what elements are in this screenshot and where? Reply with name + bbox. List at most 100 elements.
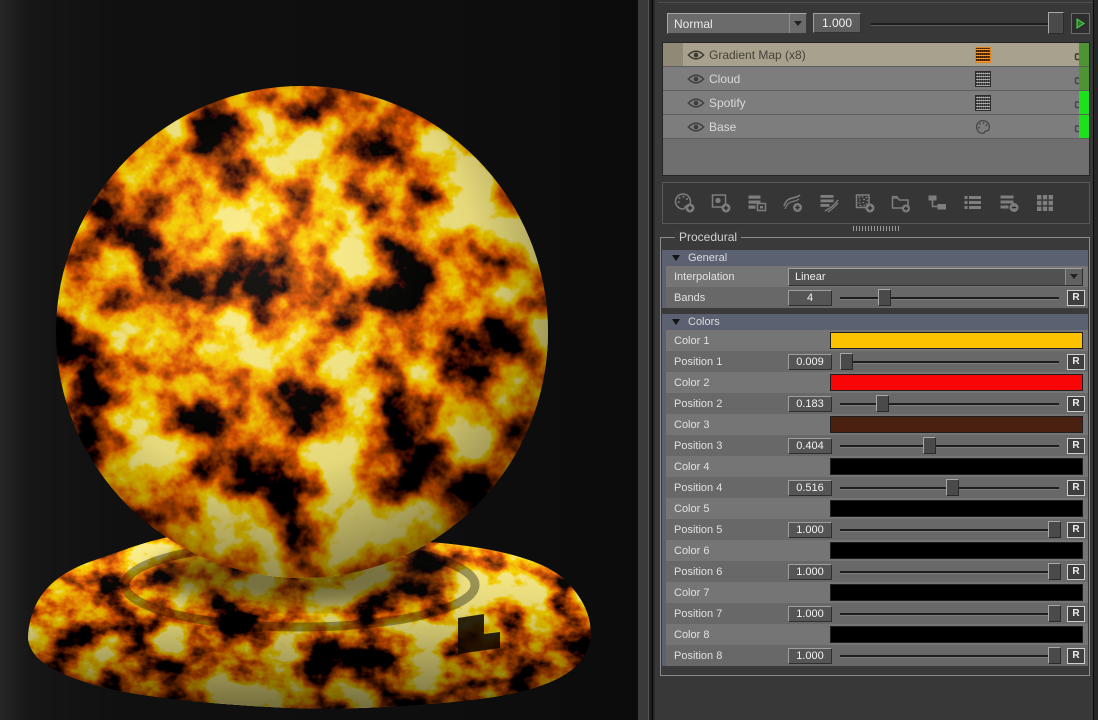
visibility-eye-icon[interactable] xyxy=(683,73,709,85)
layer-thumb-slot xyxy=(663,67,683,90)
add-paint-layer-button[interactable] xyxy=(673,191,697,215)
position-slider-handle[interactable] xyxy=(840,353,853,370)
color-swatch[interactable] xyxy=(830,374,1083,391)
position-slider[interactable] xyxy=(838,435,1061,457)
position-reset-button[interactable]: R xyxy=(1067,522,1085,538)
position-slider[interactable] xyxy=(838,477,1061,499)
position-slider[interactable] xyxy=(838,519,1061,541)
list-remove-icon xyxy=(997,191,1021,215)
add-graph-layer-button[interactable] xyxy=(781,191,805,215)
position-slider[interactable] xyxy=(838,393,1061,415)
color-row: Color 8 xyxy=(666,624,1088,645)
color-swatch[interactable] xyxy=(830,500,1083,517)
position-label: Position 2 xyxy=(666,398,788,410)
position-reset-button[interactable]: R xyxy=(1067,606,1085,622)
add-procedural-layer-button[interactable] xyxy=(853,191,877,215)
position-input[interactable]: 0.404 xyxy=(788,438,832,454)
position-input[interactable]: 1.000 xyxy=(788,564,832,580)
position-slider[interactable] xyxy=(838,351,1061,373)
opacity-slider-handle[interactable] xyxy=(1048,12,1064,34)
color-swatch[interactable] xyxy=(830,584,1083,601)
position-reset-button[interactable]: R xyxy=(1067,480,1085,496)
color-swatch[interactable] xyxy=(830,416,1083,433)
chevron-down-icon[interactable] xyxy=(789,14,806,33)
section-header-colors[interactable]: Colors xyxy=(662,314,1088,330)
position-slider-handle[interactable] xyxy=(876,395,889,412)
position-row: Position 10.009R xyxy=(666,351,1088,372)
position-reset-button[interactable]: R xyxy=(1067,438,1085,454)
collapse-triangle-icon xyxy=(672,319,680,325)
bands-label: Bands xyxy=(666,292,788,304)
color-label: Color 5 xyxy=(666,503,830,515)
blend-mode-select[interactable]: Normal xyxy=(667,13,807,34)
position-row: Position 30.404R xyxy=(666,435,1088,456)
grid-view-button[interactable] xyxy=(1033,191,1057,215)
layers-copy-icon xyxy=(745,191,769,215)
position-slider-handle[interactable] xyxy=(923,437,936,454)
color-row: Color 1 xyxy=(666,330,1088,351)
blend-mode-value: Normal xyxy=(668,17,789,31)
procedural-layer-icon[interactable] xyxy=(975,47,991,63)
color-swatch[interactable] xyxy=(830,626,1083,643)
position-input[interactable]: 0.183 xyxy=(788,396,832,412)
opacity-input[interactable]: 1.000 xyxy=(813,13,861,33)
3d-viewport[interactable] xyxy=(0,0,640,720)
position-slider-handle[interactable] xyxy=(1048,605,1061,622)
color-swatch[interactable] xyxy=(830,332,1083,349)
bands-slider[interactable] xyxy=(838,287,1061,309)
interpolation-select[interactable]: Linear xyxy=(788,268,1083,286)
procedural-layer-icon[interactable] xyxy=(975,71,991,87)
paint-palette-icon[interactable] xyxy=(975,119,991,135)
add-channel-layer-button[interactable] xyxy=(709,191,733,215)
position-input[interactable]: 1.000 xyxy=(788,606,832,622)
position-reset-button[interactable]: R xyxy=(1067,564,1085,580)
position-slider[interactable] xyxy=(838,561,1061,583)
bands-slider-handle[interactable] xyxy=(878,289,891,306)
cache-status-strip xyxy=(1079,91,1089,114)
visibility-eye-icon[interactable] xyxy=(683,97,709,109)
bands-input[interactable]: 4 xyxy=(788,290,832,306)
position-slider-handle[interactable] xyxy=(1048,563,1061,580)
position-input[interactable]: 1.000 xyxy=(788,522,832,538)
apply-play-button[interactable] xyxy=(1071,13,1090,34)
add-group-button[interactable] xyxy=(889,191,913,215)
cache-status-strip xyxy=(1079,115,1089,138)
position-input[interactable]: 0.009 xyxy=(788,354,832,370)
color-row: Color 6 xyxy=(666,540,1088,561)
layer-row-gradient-map[interactable]: Gradient Map (x8) xyxy=(663,43,1089,67)
color-swatch[interactable] xyxy=(830,458,1083,475)
position-reset-button[interactable]: R xyxy=(1067,396,1085,412)
merge-layers-button[interactable] xyxy=(925,191,949,215)
section-header-general[interactable]: General xyxy=(662,250,1088,266)
layer-thumb-slot xyxy=(663,115,683,138)
visibility-eye-icon[interactable] xyxy=(683,49,709,61)
image-add-icon xyxy=(709,191,733,215)
position-slider-handle[interactable] xyxy=(1048,521,1061,538)
adjustment-stack-icon xyxy=(817,191,841,215)
position-reset-button[interactable]: R xyxy=(1067,648,1085,664)
add-adjustment-layer-button[interactable] xyxy=(817,191,841,215)
visibility-eye-icon[interactable] xyxy=(683,121,709,133)
groupbox-title: Procedural xyxy=(675,230,741,244)
copy-layer-button[interactable] xyxy=(745,191,769,215)
bands-reset-button[interactable]: R xyxy=(1067,290,1085,306)
position-slider[interactable] xyxy=(838,645,1061,667)
position-slider-handle[interactable] xyxy=(946,479,959,496)
chevron-down-icon[interactable] xyxy=(1065,269,1082,285)
splitter-grip[interactable] xyxy=(853,226,899,231)
position-reset-button[interactable]: R xyxy=(1067,354,1085,370)
layer-row-base[interactable]: Base xyxy=(663,115,1089,139)
layer-name: Spotify xyxy=(709,96,975,110)
remove-layer-button[interactable] xyxy=(997,191,1021,215)
opacity-slider[interactable] xyxy=(869,12,1064,35)
position-slider[interactable] xyxy=(838,603,1061,625)
position-input[interactable]: 1.000 xyxy=(788,648,832,664)
color-swatch[interactable] xyxy=(830,542,1083,559)
panel-splitter[interactable] xyxy=(638,0,655,720)
layer-list-view-button[interactable] xyxy=(961,191,985,215)
layer-row-spotify[interactable]: Spotify xyxy=(663,91,1089,115)
position-input[interactable]: 0.516 xyxy=(788,480,832,496)
layer-row-cloud[interactable]: Cloud xyxy=(663,67,1089,91)
procedural-layer-icon[interactable] xyxy=(975,95,991,111)
position-slider-handle[interactable] xyxy=(1048,647,1061,664)
